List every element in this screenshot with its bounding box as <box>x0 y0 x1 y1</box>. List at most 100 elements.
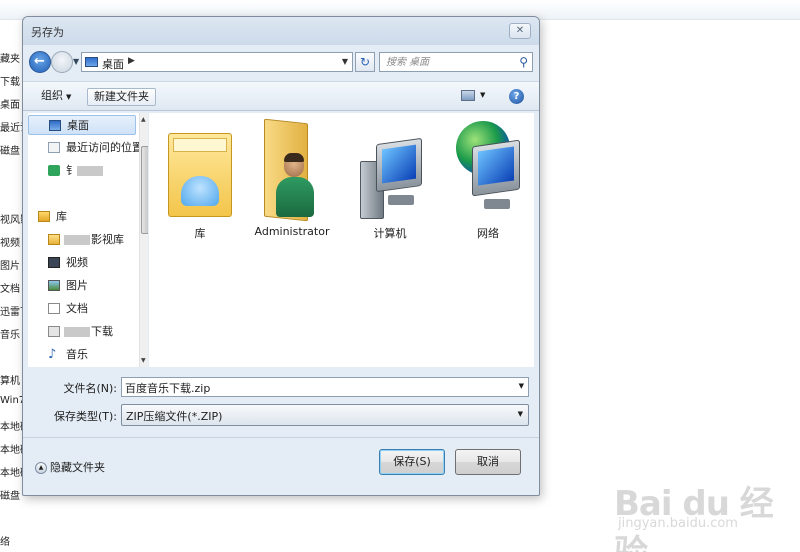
music-icon: ♪ <box>48 347 57 362</box>
filename-dropdown-icon[interactable]: ▼ <box>519 382 524 390</box>
file-item-computer[interactable]: 计算机 <box>345 119 435 240</box>
filetype-selected-value: ZIP压缩文件(*.ZIP) <box>126 410 223 423</box>
folder-icon <box>48 234 60 245</box>
dialog-toolbar: 组织 ▼ 新建文件夹 ▼ ? <box>23 81 539 111</box>
filename-field[interactable]: ▼ <box>121 377 529 397</box>
nav-item-label: 影视库 <box>91 233 124 246</box>
file-item-administrator[interactable]: Administrator <box>247 118 337 239</box>
filename-input[interactable] <box>125 380 505 395</box>
search-box[interactable]: ⚲ <box>379 52 533 72</box>
nav-item-label: 最近访问的位置 <box>66 141 143 154</box>
file-list-pane: 库 Administrator 计算机 网络 <box>149 113 534 367</box>
nav-item-label: 库 <box>56 210 67 223</box>
nav-item-recent-places[interactable]: 最近访问的位置 <box>28 138 143 158</box>
nav-item-libraries[interactable]: 库 <box>28 207 136 227</box>
address-dropdown-icon[interactable]: ▼ <box>342 57 348 66</box>
bg-sidebar-item[interactable]: 视频 <box>0 234 22 249</box>
scroll-up-icon[interactable]: ▲ <box>141 116 146 123</box>
nav-item-video-library[interactable]: 影视库 <box>28 230 136 250</box>
refresh-button[interactable]: ↻ <box>355 52 375 72</box>
redacted-text <box>64 235 90 245</box>
documents-icon <box>48 303 60 314</box>
change-view-icon[interactable] <box>461 90 475 101</box>
nav-item-documents[interactable]: 文档 <box>28 299 136 319</box>
filetype-select[interactable]: ZIP压缩文件(*.ZIP) ▼ <box>121 404 529 426</box>
watermark: Bai du 经验 jingyan.baidu.com <box>614 476 794 552</box>
network-monitor-shape <box>472 139 520 197</box>
navigation-pane-scrollbar[interactable]: ▲ ▼ <box>139 113 148 367</box>
watermark-url: jingyan.baidu.com <box>618 516 738 531</box>
dialog-titlebar[interactable]: 另存为 ✕ <box>23 17 539 45</box>
bg-sidebar-item[interactable]: Win7 ( <box>0 395 22 406</box>
bg-sidebar-item[interactable]: 磁盘 <box>0 487 22 502</box>
organize-label: 组织 <box>41 89 63 102</box>
network-screen-shape <box>478 146 514 186</box>
recent-pages-dropdown-icon[interactable]: ▼ <box>73 57 79 66</box>
forward-button[interactable] <box>51 51 73 73</box>
bg-sidebar-item[interactable]: 视风影 <box>0 211 22 226</box>
nav-item-app[interactable]: 钅 <box>28 161 136 181</box>
filename-label: 文件名(N): <box>63 382 117 395</box>
file-item-label: Administrator <box>254 225 330 238</box>
view-options-dropdown-icon[interactable]: ▼ <box>480 91 485 99</box>
library-folder-shape <box>168 133 232 217</box>
new-folder-button[interactable]: 新建文件夹 <box>87 88 156 106</box>
nav-item-label-wrap: 钅 <box>66 161 104 181</box>
bg-sidebar-item[interactable]: 迅雷下 <box>0 303 22 318</box>
bg-sidebar-item[interactable]: 络 <box>0 533 22 548</box>
back-button[interactable]: ← <box>29 51 51 73</box>
bg-sidebar-item[interactable]: 下载 <box>0 73 22 88</box>
filetype-dropdown-icon[interactable]: ▼ <box>518 410 523 418</box>
file-item-network[interactable]: 网络 <box>443 119 533 240</box>
downloads-icon <box>48 326 60 337</box>
nav-item-pictures[interactable]: 图片 <box>28 276 136 296</box>
close-button[interactable]: ✕ <box>509 23 531 39</box>
library-icon <box>168 121 232 221</box>
search-input[interactable] <box>386 55 506 69</box>
scrollbar-thumb[interactable] <box>141 146 148 234</box>
dialog-title: 另存为 <box>31 26 64 39</box>
app-icon <box>48 165 60 176</box>
video-icon <box>48 257 60 268</box>
library-folder-tab <box>173 138 227 152</box>
network-icon <box>456 121 520 221</box>
bg-sidebar-item[interactable]: 算机 <box>0 372 22 387</box>
bg-sidebar-item[interactable]: 音乐 <box>0 326 22 341</box>
bg-sidebar-item[interactable]: 本地磁 <box>0 418 22 433</box>
bg-sidebar-item[interactable]: 最近访 <box>0 119 22 134</box>
chevron-down-icon: ▼ <box>66 93 72 101</box>
bg-sidebar-item[interactable]: 本地磁 <box>0 441 22 456</box>
nav-item-videos[interactable]: 视频 <box>28 253 136 273</box>
nav-item-music[interactable]: ♪ 音乐 <box>28 345 136 365</box>
bg-sidebar-item[interactable]: 藏夹 <box>0 50 22 65</box>
save-as-dialog: 另存为 ✕ ← ▼ 桌面 ▶ ▼ ↻ ⚲ 组织▼ 新建文件夹 ▼ ? 桌面 最近… <box>22 16 540 496</box>
chevron-up-icon: ▲ <box>35 462 47 474</box>
bg-sidebar-item[interactable]: 图片 <box>0 257 22 272</box>
recent-places-icon <box>48 142 60 153</box>
address-location[interactable]: 桌面 <box>102 56 124 72</box>
nav-item-label: 钅 <box>66 164 77 177</box>
hide-folders-toggle[interactable]: ▲ 隐藏文件夹 <box>35 459 105 475</box>
pictures-icon <box>48 280 60 291</box>
file-item-label: 网络 <box>477 227 499 240</box>
bg-sidebar-item[interactable]: 磁盘 <box>0 142 22 157</box>
organize-button[interactable]: 组织 ▼ <box>37 88 75 106</box>
network-stand-shape <box>484 199 510 209</box>
bg-sidebar-item[interactable]: 本地磁 <box>0 464 22 479</box>
scroll-down-icon[interactable]: ▼ <box>141 357 146 364</box>
search-icon[interactable]: ⚲ <box>519 55 528 69</box>
desktop-icon <box>49 120 61 131</box>
filetype-label: 保存类型(T): <box>53 410 117 423</box>
save-button[interactable]: 保存(S) <box>379 449 445 475</box>
breadcrumb-chevron-icon[interactable]: ▶ <box>128 56 135 66</box>
bg-sidebar-item[interactable]: 文档 <box>0 280 22 295</box>
library-window-shape <box>181 176 219 206</box>
back-arrow-icon: ← <box>34 54 45 69</box>
help-icon[interactable]: ? <box>509 89 524 104</box>
nav-item-desktop[interactable]: 桌面 <box>28 115 136 135</box>
address-bar[interactable]: 桌面 ▶ ▼ <box>81 52 353 72</box>
nav-item-downloads[interactable]: 下载 <box>28 322 136 342</box>
bg-sidebar-item[interactable]: 桌面 <box>0 96 22 111</box>
file-item-libraries[interactable]: 库 <box>155 119 245 240</box>
cancel-button[interactable]: 取消 <box>455 449 521 475</box>
